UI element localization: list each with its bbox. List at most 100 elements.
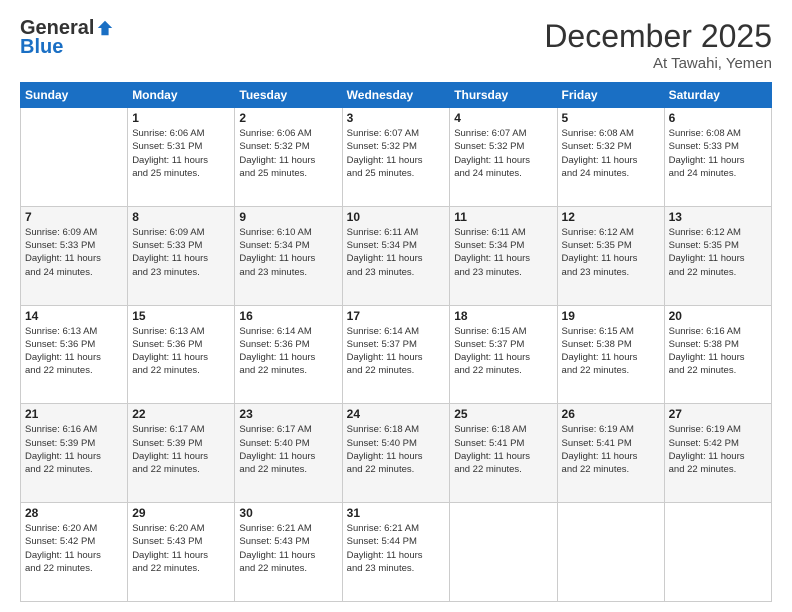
day-number: 19 [562,309,660,323]
calendar-cell: 17 Sunrise: 6:14 AM Sunset: 5:37 PM Dayli… [342,305,450,404]
day-number: 24 [347,407,446,421]
day-info: Sunrise: 6:21 AM Sunset: 5:43 PM Dayligh… [239,522,337,575]
calendar-cell: 11 Sunrise: 6:11 AM Sunset: 5:34 PM Dayli… [450,206,557,305]
day-info: Sunrise: 6:08 AM Sunset: 5:32 PM Dayligh… [562,127,660,180]
day-info: Sunrise: 6:12 AM Sunset: 5:35 PM Dayligh… [562,226,660,279]
day-number: 28 [25,506,123,520]
calendar-cell: 30Sunrise: 6:21 AM Sunset: 5:43 PM Dayli… [235,503,342,602]
day-info: Sunrise: 6:19 AM Sunset: 5:42 PM Dayligh… [669,423,767,476]
day-number: 2 [239,111,337,125]
calendar-cell [450,503,557,602]
calendar-cell: 15 Sunrise: 6:13 AM Sunset: 5:36 PM Dayli… [128,305,235,404]
day-header-sunday: Sunday [21,83,128,108]
day-info: Sunrise: 6:15 AM Sunset: 5:37 PM Dayligh… [454,325,552,378]
calendar-cell: 28Sunrise: 6:20 AM Sunset: 5:42 PM Dayli… [21,503,128,602]
day-number: 20 [669,309,767,323]
day-info: Sunrise: 6:21 AM Sunset: 5:44 PM Dayligh… [347,522,446,575]
calendar-cell: 6 Sunrise: 6:08 AM Sunset: 5:33 PM Daylig… [664,108,771,207]
day-number: 22 [132,407,230,421]
calendar-cell [557,503,664,602]
calendar-week-0: 1Sunrise: 6:06 AM Sunset: 5:31 PM Daylig… [21,108,772,207]
day-info: Sunrise: 6:18 AM Sunset: 5:41 PM Dayligh… [454,423,552,476]
calendar-cell: 1Sunrise: 6:06 AM Sunset: 5:31 PM Daylig… [128,108,235,207]
logo-general-text: General [20,18,94,38]
logo-icon [96,19,114,37]
day-info: Sunrise: 6:11 AM Sunset: 5:34 PM Dayligh… [347,226,446,279]
day-info: Sunrise: 6:16 AM Sunset: 5:39 PM Dayligh… [25,423,123,476]
day-info: Sunrise: 6:17 AM Sunset: 5:40 PM Dayligh… [239,423,337,476]
calendar-cell: 19 Sunrise: 6:15 AM Sunset: 5:38 PM Dayli… [557,305,664,404]
calendar-cell: 2 Sunrise: 6:06 AM Sunset: 5:32 PM Daylig… [235,108,342,207]
day-number: 4 [454,111,552,125]
month-title: December 2025 [544,18,772,55]
calendar-cell: 24 Sunrise: 6:18 AM Sunset: 5:40 PM Dayli… [342,404,450,503]
calendar-cell: 31 Sunrise: 6:21 AM Sunset: 5:44 PM Dayli… [342,503,450,602]
page: General Blue December 2025 At Tawahi, Ye… [0,0,792,612]
day-number: 21 [25,407,123,421]
day-info: Sunrise: 6:10 AM Sunset: 5:34 PM Dayligh… [239,226,337,279]
day-header-monday: Monday [128,83,235,108]
day-number: 1 [132,111,230,125]
day-info: Sunrise: 6:11 AM Sunset: 5:34 PM Dayligh… [454,226,552,279]
calendar-body: 1Sunrise: 6:06 AM Sunset: 5:31 PM Daylig… [21,108,772,602]
calendar-cell: 8Sunrise: 6:09 AM Sunset: 5:33 PM Daylig… [128,206,235,305]
day-number: 8 [132,210,230,224]
calendar-cell: 29Sunrise: 6:20 AM Sunset: 5:43 PM Dayli… [128,503,235,602]
title-block: December 2025 At Tawahi, Yemen [544,18,772,72]
day-number: 9 [239,210,337,224]
day-info: Sunrise: 6:12 AM Sunset: 5:35 PM Dayligh… [669,226,767,279]
day-info: Sunrise: 6:19 AM Sunset: 5:41 PM Dayligh… [562,423,660,476]
day-number: 17 [347,309,446,323]
header: General Blue December 2025 At Tawahi, Ye… [20,18,772,72]
day-number: 16 [239,309,337,323]
day-header-saturday: Saturday [664,83,771,108]
logo: General Blue [20,18,114,59]
day-info: Sunrise: 6:13 AM Sunset: 5:36 PM Dayligh… [25,325,123,378]
day-info: Sunrise: 6:14 AM Sunset: 5:36 PM Dayligh… [239,325,337,378]
day-info: Sunrise: 6:09 AM Sunset: 5:33 PM Dayligh… [25,226,123,279]
day-info: Sunrise: 6:17 AM Sunset: 5:39 PM Dayligh… [132,423,230,476]
day-info: Sunrise: 6:15 AM Sunset: 5:38 PM Dayligh… [562,325,660,378]
calendar-cell: 26Sunrise: 6:19 AM Sunset: 5:41 PM Dayli… [557,404,664,503]
day-header-row: SundayMondayTuesdayWednesdayThursdayFrid… [21,83,772,108]
calendar-cell: 9 Sunrise: 6:10 AM Sunset: 5:34 PM Daylig… [235,206,342,305]
day-info: Sunrise: 6:16 AM Sunset: 5:38 PM Dayligh… [669,325,767,378]
day-info: Sunrise: 6:20 AM Sunset: 5:43 PM Dayligh… [132,522,230,575]
calendar-header: SundayMondayTuesdayWednesdayThursdayFrid… [21,83,772,108]
calendar-cell: 27 Sunrise: 6:19 AM Sunset: 5:42 PM Dayli… [664,404,771,503]
calendar-cell: 20 Sunrise: 6:16 AM Sunset: 5:38 PM Dayli… [664,305,771,404]
day-number: 13 [669,210,767,224]
calendar-cell: 14 Sunrise: 6:13 AM Sunset: 5:36 PM Dayli… [21,305,128,404]
calendar-week-2: 14 Sunrise: 6:13 AM Sunset: 5:36 PM Dayli… [21,305,772,404]
calendar-cell: 5 Sunrise: 6:08 AM Sunset: 5:32 PM Daylig… [557,108,664,207]
day-info: Sunrise: 6:07 AM Sunset: 5:32 PM Dayligh… [347,127,446,180]
day-info: Sunrise: 6:06 AM Sunset: 5:32 PM Dayligh… [239,127,337,180]
location: At Tawahi, Yemen [544,55,772,72]
calendar-cell: 23Sunrise: 6:17 AM Sunset: 5:40 PM Dayli… [235,404,342,503]
day-number: 10 [347,210,446,224]
calendar-cell: 10 Sunrise: 6:11 AM Sunset: 5:34 PM Dayli… [342,206,450,305]
day-number: 12 [562,210,660,224]
calendar: SundayMondayTuesdayWednesdayThursdayFrid… [20,82,772,602]
day-number: 27 [669,407,767,421]
day-number: 5 [562,111,660,125]
day-info: Sunrise: 6:08 AM Sunset: 5:33 PM Dayligh… [669,127,767,180]
day-number: 6 [669,111,767,125]
day-info: Sunrise: 6:07 AM Sunset: 5:32 PM Dayligh… [454,127,552,180]
calendar-cell: 25Sunrise: 6:18 AM Sunset: 5:41 PM Dayli… [450,404,557,503]
calendar-cell: 3 Sunrise: 6:07 AM Sunset: 5:32 PM Daylig… [342,108,450,207]
calendar-week-3: 21 Sunrise: 6:16 AM Sunset: 5:39 PM Dayli… [21,404,772,503]
day-info: Sunrise: 6:13 AM Sunset: 5:36 PM Dayligh… [132,325,230,378]
day-number: 3 [347,111,446,125]
day-number: 11 [454,210,552,224]
logo-blue-text: Blue [20,36,63,58]
calendar-cell: 16 Sunrise: 6:14 AM Sunset: 5:36 PM Dayli… [235,305,342,404]
day-info: Sunrise: 6:14 AM Sunset: 5:37 PM Dayligh… [347,325,446,378]
day-info: Sunrise: 6:18 AM Sunset: 5:40 PM Dayligh… [347,423,446,476]
calendar-cell [664,503,771,602]
day-number: 31 [347,506,446,520]
calendar-cell: 12 Sunrise: 6:12 AM Sunset: 5:35 PM Dayli… [557,206,664,305]
day-number: 14 [25,309,123,323]
day-number: 15 [132,309,230,323]
day-number: 18 [454,309,552,323]
